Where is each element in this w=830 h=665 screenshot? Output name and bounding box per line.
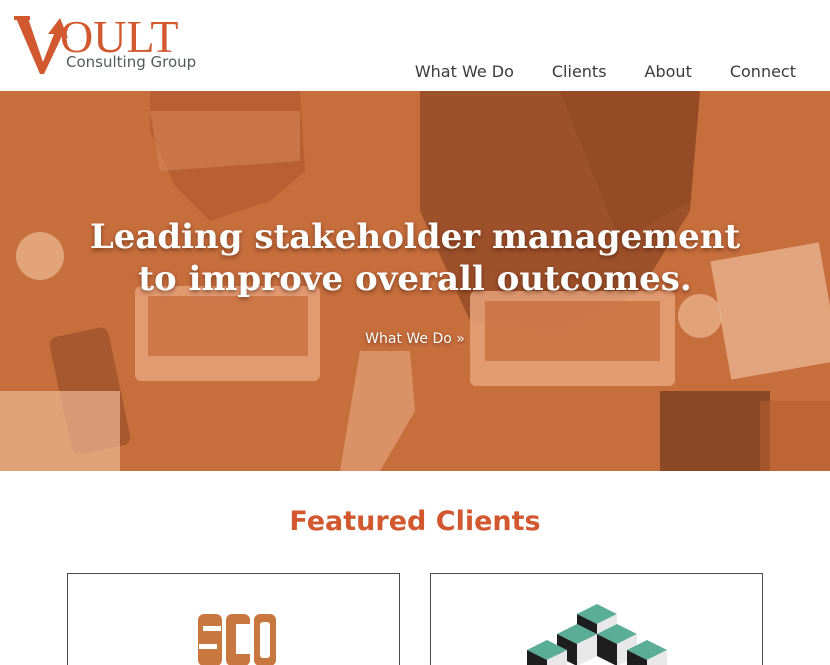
nav-connect[interactable]: Connect xyxy=(730,62,796,82)
hero-headline: Leading stakeholder management to improv… xyxy=(0,216,830,300)
scd-logo-icon xyxy=(198,614,276,665)
client-card-scd[interactable] xyxy=(67,573,400,665)
logo-subtitle: Consulting Group xyxy=(66,53,197,71)
hero-headline-line-1: Leading stakeholder management xyxy=(89,217,741,257)
hero-what-we-do-link[interactable]: What We Do » xyxy=(0,330,830,348)
featured-clients-heading: Featured Clients xyxy=(289,506,541,537)
client-card-cubes[interactable] xyxy=(430,573,763,665)
hero-headline-line-2: to improve overall outcomes. xyxy=(138,259,692,299)
voult-logo[interactable]: OULT Consulting Group xyxy=(14,12,204,78)
hero-banner: Leading stakeholder management to improv… xyxy=(0,91,830,471)
main-nav: What We Do Clients About Connect xyxy=(415,62,796,82)
nav-clients[interactable]: Clients xyxy=(552,62,607,82)
nav-about[interactable]: About xyxy=(645,62,692,82)
site-header: OULT Consulting Group What We Do Clients… xyxy=(0,0,830,91)
nav-what-we-do[interactable]: What We Do xyxy=(415,62,514,82)
green-cubes-logo-icon xyxy=(527,604,667,665)
